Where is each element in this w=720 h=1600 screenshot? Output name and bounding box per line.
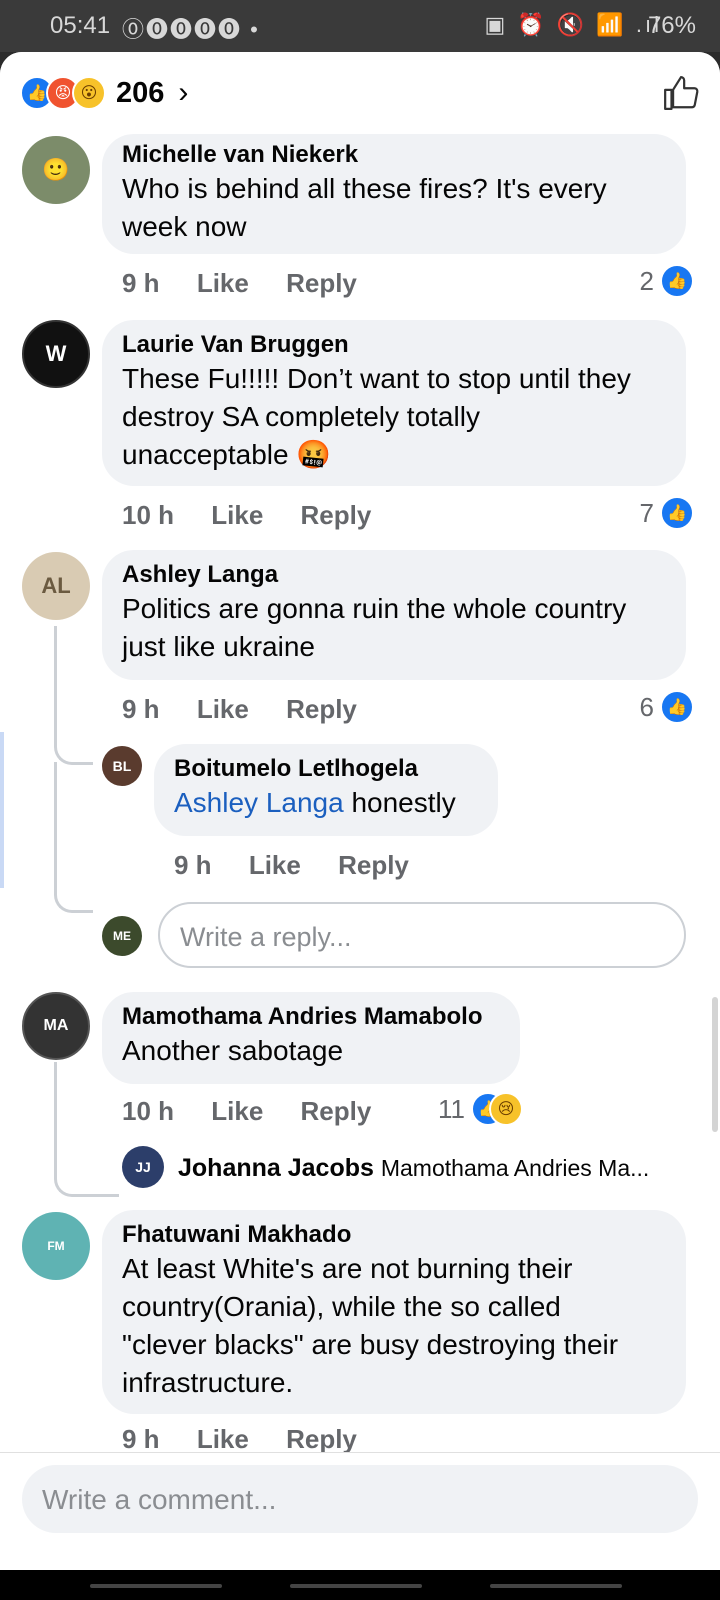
reactions-header: 👍 😡 😮 206 › [0, 52, 720, 132]
thread-connector [54, 626, 93, 765]
like-count: 7 [639, 497, 654, 528]
comment-text-line: country(Orania), while the so called [122, 1291, 561, 1322]
comment-time[interactable]: 10 h [122, 500, 174, 530]
like-reaction-icon: 👍 [660, 690, 694, 724]
commenter-name[interactable]: Michelle van Niekerk [122, 140, 666, 170]
comment-time[interactable]: 9 h [122, 694, 160, 724]
mention-link[interactable]: Ashley Langa [174, 787, 344, 818]
comment-text-line: At least White's are not burning their [122, 1253, 573, 1284]
chevron-right-icon: › [178, 76, 189, 109]
comment-text-line: Another sabotage [122, 1035, 344, 1066]
scrollbar[interactable] [712, 997, 718, 1132]
comment-actions: 9 h Like Reply [122, 694, 387, 725]
like-count: 11 [438, 1093, 465, 1124]
like-count: 2 [639, 265, 654, 296]
avatar[interactable]: JJ [122, 1146, 164, 1188]
reply-snippet: Mamothama Andries Ma... [380, 1155, 650, 1181]
nav-back-button[interactable] [490, 1584, 622, 1588]
commenter-name[interactable]: Mamothama Andries Mamabolo [122, 1002, 500, 1032]
reply-button[interactable]: Reply [286, 268, 357, 298]
status-time: 05:41 [50, 12, 111, 39]
like-thumb-icon[interactable] [662, 74, 700, 112]
comment-bubble[interactable]: Mamothama Andries Mamabolo Another sabot… [102, 992, 520, 1084]
wow-reaction-icon: 😮 [72, 76, 106, 110]
comment-text-line: Politics are gonna ruin the whole countr… [122, 593, 627, 624]
comment-text-line: destroy SA completely totally [122, 401, 480, 432]
system-icons: ▣ ⏰ 🔇 📶 .ıl [484, 12, 662, 37]
commenter-name[interactable]: Boitumelo Letlhogela [174, 754, 478, 784]
comment-text: Ashley Langa honestly [174, 784, 478, 822]
comment-time[interactable]: 9 h [174, 850, 212, 880]
like-button[interactable]: Like [197, 268, 249, 298]
avatar[interactable]: AL [22, 552, 90, 620]
commenter-name[interactable]: Laurie Van Bruggen [122, 330, 666, 360]
comment-actions: 9 h Like Reply [174, 850, 439, 881]
comment-actions: 9 h Like Reply [122, 1424, 387, 1455]
comment-input[interactable]: Write a comment... [22, 1465, 698, 1533]
highlight-bar [0, 732, 4, 888]
reply-text: honestly [343, 787, 456, 818]
comment-actions: 9 h Like Reply [122, 268, 387, 299]
reply-input[interactable]: Write a reply... [158, 902, 686, 968]
battery-level: 76% [647, 12, 696, 39]
comment-text-line: week now [122, 211, 247, 242]
avatar[interactable]: W [22, 320, 90, 388]
like-reaction-icon: 👍 [660, 496, 694, 530]
sad-reaction-icon: 😢 [489, 1092, 523, 1126]
system-nav-bar [0, 1570, 720, 1600]
reaction-count: 206 [116, 76, 165, 109]
current-user-avatar[interactable]: ME [102, 916, 142, 956]
notification-icons: ⓪⓿⓿⓿⓿ • [122, 17, 260, 42]
nav-recents-button[interactable] [90, 1584, 222, 1588]
status-bar: 05:41 ⓪⓿⓿⓿⓿ • ▣ ⏰ 🔇 📶 .ıl 76% [0, 0, 720, 52]
comment-text-line: Who is behind all these fires? It's ever… [122, 173, 607, 204]
reply-button[interactable]: Reply [286, 694, 357, 724]
nav-home-button[interactable] [290, 1584, 422, 1588]
comment-text-line: just like ukraine [122, 631, 315, 662]
comments-sheet: 👍 😡 😮 206 › 🙂 Michelle van Niekerk Who i… [0, 52, 720, 1570]
avatar[interactable]: FM [22, 1212, 90, 1280]
avatar[interactable]: MA [22, 992, 90, 1060]
commenter-name[interactable]: Johanna Jacobs [178, 1154, 374, 1182]
like-count: 6 [639, 691, 654, 722]
comment-time[interactable]: 9 h [122, 268, 160, 298]
comment-likes[interactable]: 2 👍 [639, 264, 694, 298]
comment-text-line: "clever blacks" are busy destroying thei… [122, 1329, 619, 1360]
reactions-summary[interactable]: 👍 😡 😮 206 › [20, 76, 188, 110]
like-button[interactable]: Like [249, 850, 301, 880]
reply-button[interactable]: Reply [301, 1096, 372, 1126]
reply-preview-text: Johanna Jacobs Mamothama Andries Ma... [178, 1154, 649, 1183]
avatar[interactable]: BL [102, 746, 142, 786]
comment-actions: 10 h Like Reply [122, 1096, 401, 1127]
reply-button[interactable]: Reply [286, 1424, 357, 1454]
comment-composer: Write a comment... [0, 1452, 720, 1570]
comment-likes[interactable]: 6 👍 [639, 690, 694, 724]
comment-bubble[interactable]: Michelle van Niekerk Who is behind all t… [102, 134, 686, 254]
commenter-name[interactable]: Ashley Langa [122, 560, 666, 590]
reply-button[interactable]: Reply [301, 500, 372, 530]
comment-text-line: infrastructure. [122, 1367, 294, 1398]
like-button[interactable]: Like [197, 1424, 249, 1454]
like-button[interactable]: Like [211, 1096, 263, 1126]
comment-bubble[interactable]: Boitumelo Letlhogela Ashley Langa honest… [154, 744, 498, 836]
thread-connector [54, 1062, 119, 1197]
comment-bubble[interactable]: Ashley Langa Politics are gonna ruin the… [102, 550, 686, 680]
comment-time[interactable]: 10 h [122, 1096, 174, 1126]
like-reaction-icon: 👍 [660, 264, 694, 298]
comment-text-line: These Fu!!!!! Don’t want to stop until t… [122, 363, 631, 394]
comment-time[interactable]: 9 h [122, 1424, 160, 1454]
comment-bubble[interactable]: Fhatuwani Makhado At least White's are n… [102, 1210, 686, 1414]
commenter-name[interactable]: Fhatuwani Makhado [122, 1220, 666, 1250]
comment-bubble[interactable]: Laurie Van Bruggen These Fu!!!!! Don’t w… [102, 320, 686, 486]
thread-connector [54, 762, 93, 913]
comment-likes[interactable]: 7 👍 [639, 496, 694, 530]
avatar[interactable]: 🙂 [22, 136, 90, 204]
comment-likes[interactable]: 11 👍 😢 [438, 1092, 523, 1126]
comment-actions: 10 h Like Reply [122, 500, 401, 531]
like-button[interactable]: Like [197, 694, 249, 724]
reply-button[interactable]: Reply [338, 850, 409, 880]
like-button[interactable]: Like [211, 500, 263, 530]
comment-text-line: unacceptable 🤬 [122, 439, 332, 470]
